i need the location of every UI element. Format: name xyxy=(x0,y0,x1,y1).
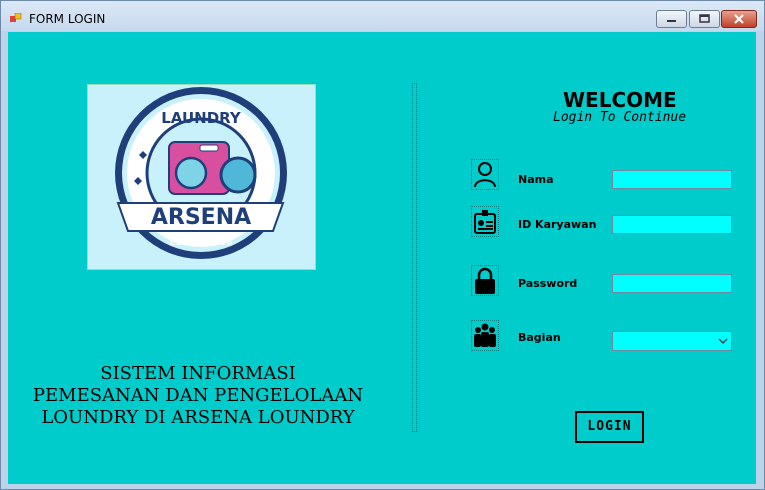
minimize-icon xyxy=(667,20,676,22)
vertical-divider xyxy=(412,83,417,432)
system-title-line-1: SISTEM INFORMASI xyxy=(100,363,296,384)
logo-picture: LAUNDRY ARSENA ESTD • 2016 xyxy=(87,84,316,270)
nama-input[interactable] xyxy=(612,170,732,189)
bagian-select[interactable] xyxy=(612,331,732,351)
chevron-down-icon[interactable] xyxy=(717,332,729,353)
form-client-area: LAUNDRY ARSENA ESTD • 2016 SISTEM INFORM… xyxy=(8,32,756,484)
maximize-icon xyxy=(699,14,710,23)
system-title-line-2: PEMESANAN DAN PENGELOLAAN xyxy=(32,385,364,406)
id-karyawan-input[interactable] xyxy=(612,215,732,234)
nama-label: Nama xyxy=(518,173,554,186)
password-input[interactable] xyxy=(612,274,732,293)
password-label: Password xyxy=(518,277,578,290)
welcome-subtitle: Login To Continue xyxy=(553,110,687,125)
system-title-line-3: LOUNDRY DI ARSENA LOUNDRY xyxy=(41,407,355,428)
title-bar[interactable]: FORM LOGIN xyxy=(1,1,764,31)
login-button[interactable]: LOGIN xyxy=(575,411,644,443)
login-window: FORM LOGIN LAUNDRY ARSENA ESTD • 2016 SI… xyxy=(0,0,765,490)
logo-text-top: LAUNDRY xyxy=(161,109,242,127)
user-icon xyxy=(471,159,499,190)
welcome-heading: WELCOME xyxy=(563,88,677,112)
laundry-logo: LAUNDRY ARSENA ESTD • 2016 xyxy=(115,87,287,259)
window-app-icon xyxy=(10,13,22,22)
close-icon xyxy=(734,14,744,24)
lock-icon xyxy=(471,265,499,296)
maximize-button[interactable] xyxy=(689,10,720,28)
bagian-label: Bagian xyxy=(518,331,561,344)
window-title: FORM LOGIN xyxy=(29,12,106,26)
logo-text-estd: ESTD • 2016 xyxy=(169,238,232,248)
id-card-icon xyxy=(471,206,499,237)
group-icon xyxy=(471,320,499,351)
system-title: SISTEM INFORMASI PEMESANAN DAN PENGELOLA… xyxy=(28,363,368,429)
minimize-button[interactable] xyxy=(656,10,687,28)
id-karyawan-label: ID Karyawan xyxy=(518,218,597,231)
close-button[interactable] xyxy=(721,10,757,28)
logo-text-main: ARSENA xyxy=(151,205,251,230)
